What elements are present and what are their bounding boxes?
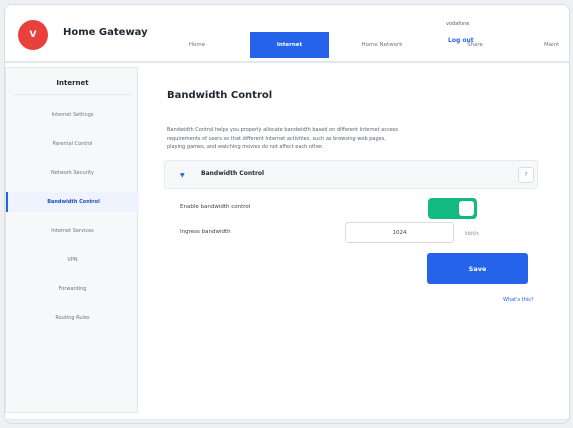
ingress-bandwidth-label: Ingress bandwidth <box>180 229 231 235</box>
tab-home[interactable]: Home <box>168 32 226 58</box>
page-title: Bandwidth Control <box>167 90 273 101</box>
footer-bar <box>5 419 569 423</box>
enable-bandwidth-label: Enable bandwidth control <box>180 204 251 210</box>
help-button[interactable]: ? <box>518 167 534 183</box>
router-admin-window: V Home Gateway vodafone Log out Home Int… <box>4 4 570 424</box>
sidebar-item-parental-control[interactable]: Parental Control <box>6 134 139 154</box>
whats-this-link[interactable]: What's this? <box>503 297 533 303</box>
vodafone-logo: V <box>18 20 48 50</box>
sidebar-item-forwarding[interactable]: Forwarding <box>6 279 139 299</box>
sidebar-title: Internet <box>56 79 89 87</box>
sidebar-item-internet-settings[interactable]: Internet Settings <box>6 105 139 125</box>
sidebar-item-vpn[interactable]: VPN <box>6 250 139 270</box>
sidebar-item-routing-rules[interactable]: Routing Rules <box>6 308 139 328</box>
tab-home-network[interactable]: Home Network <box>345 32 419 58</box>
enable-bandwidth-toggle[interactable] <box>428 198 477 219</box>
tab-internet[interactable]: Internet <box>250 32 329 58</box>
sidebar-divider <box>14 94 131 95</box>
top-header: V Home Gateway vodafone Log out Home Int… <box>5 5 569 63</box>
chevron-down-icon[interactable]: ▼ <box>180 172 185 179</box>
tab-maintenance[interactable]: Maint <box>544 32 569 58</box>
toggle-knob <box>459 201 474 216</box>
sidebar-item-internet-services[interactable]: Internet Services <box>6 221 139 241</box>
provider-name: vodafone <box>446 21 470 27</box>
bandwidth-section-header[interactable]: ▼ Bandwidth Control ? <box>164 160 538 189</box>
sidebar-item-network-security[interactable]: Network Security <box>6 163 139 183</box>
sidebar: Internet Internet Settings Parental Cont… <box>5 67 139 413</box>
app-title: Home Gateway <box>63 27 148 38</box>
section-title: Bandwidth Control <box>201 170 265 177</box>
tab-share[interactable]: Share <box>455 32 495 58</box>
page-description: Bandwidth Control helps you properly all… <box>167 127 398 150</box>
save-button[interactable]: Save <box>427 253 528 284</box>
ingress-unit: kbit/s <box>465 231 479 237</box>
ingress-bandwidth-input[interactable] <box>345 222 454 243</box>
sidebar-item-bandwidth-control[interactable]: Bandwidth Control <box>6 192 139 212</box>
